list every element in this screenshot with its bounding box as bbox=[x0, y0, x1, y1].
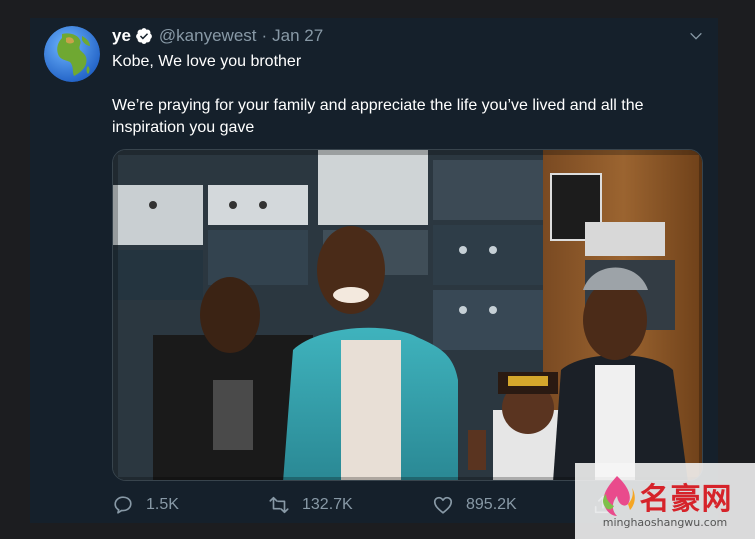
chevron-down-icon[interactable] bbox=[688, 28, 704, 44]
watermark-top: 名豪网 bbox=[598, 474, 733, 518]
tweet-text-line: We’re praying for your family and apprec… bbox=[112, 97, 644, 136]
tweet-date[interactable]: Jan 27 bbox=[272, 26, 323, 46]
tweet-text: Kobe, We love you brother We’re praying … bbox=[112, 51, 702, 139]
like-count: 895.2K bbox=[466, 496, 517, 513]
flame-logo-icon bbox=[602, 475, 635, 516]
retweet-button[interactable]: 132.7K bbox=[268, 494, 432, 516]
globe-africa-icon bbox=[44, 26, 100, 82]
reply-count: 1.5K bbox=[146, 496, 179, 513]
tweet-text-line: Kobe, We love you brother bbox=[112, 53, 302, 70]
reply-button[interactable]: 1.5K bbox=[112, 494, 268, 516]
verified-badge-icon bbox=[136, 28, 152, 44]
author-handle[interactable]: @kanyewest bbox=[159, 26, 257, 46]
author-name[interactable]: ye bbox=[112, 26, 131, 46]
watermark-url: minghaoshangwu.com bbox=[602, 515, 728, 529]
tweet-actions: 1.5K 132.7K 895.2K bbox=[112, 492, 652, 518]
reply-icon bbox=[114, 496, 132, 514]
tweet-photo[interactable] bbox=[112, 149, 703, 481]
tweet-header: ye @kanyewest · Jan 27 bbox=[112, 26, 323, 46]
retweet-count: 132.7K bbox=[302, 496, 353, 513]
heart-icon bbox=[433, 496, 453, 514]
tweet-card[interactable]: ye @kanyewest · Jan 27 Kobe, We love you… bbox=[30, 18, 718, 523]
studio-photo-image bbox=[113, 150, 702, 480]
watermark-brand: 名豪网 bbox=[639, 481, 733, 517]
like-button[interactable]: 895.2K bbox=[432, 494, 592, 516]
retweet-icon bbox=[269, 496, 289, 514]
avatar[interactable] bbox=[44, 26, 100, 82]
site-watermark: 名豪网 minghaoshangwu.com bbox=[575, 463, 755, 539]
header-separator: · bbox=[261, 26, 268, 45]
